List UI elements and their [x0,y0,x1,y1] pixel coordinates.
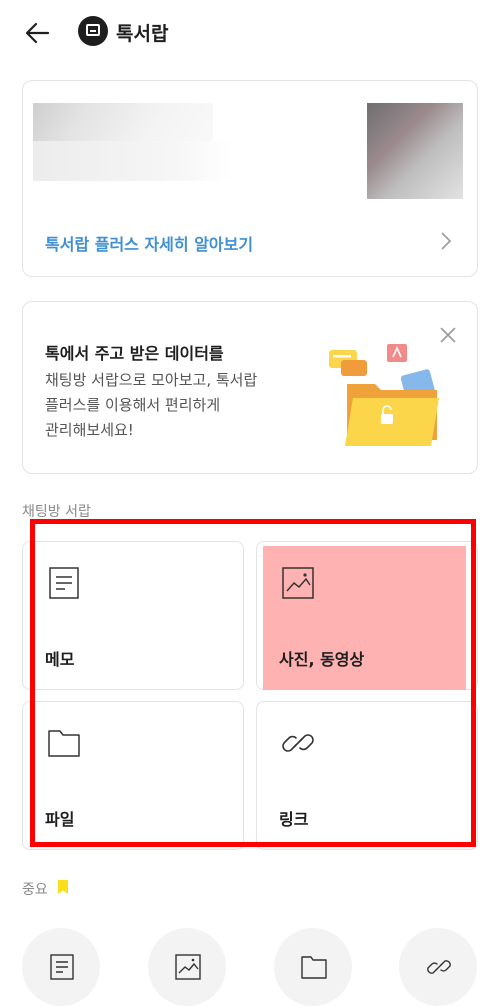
back-arrow-icon[interactable] [24,19,52,47]
link-icon [282,734,314,752]
info-desc-line: 채팅방 서랍으로 모아보고, 톡서랍 [45,371,258,389]
memo-icon [49,567,79,599]
photo-tile-label: 사진, 동영상 [279,650,365,669]
important-memo-button[interactable] [22,928,100,1006]
info-description: 채팅방 서랍으로 모아보고, 톡서랍 플러스를 이용해서 편리하게 관리해보세요… [45,368,315,443]
folder-illustration-icon [329,344,439,446]
app-header: 톡서랍 [0,0,500,64]
info-title: 톡에서 주고 받은 데이터를 [45,344,224,363]
info-banner-card: 톡에서 주고 받은 데이터를 채팅방 서랍으로 모아보고, 톡서랍 플러스를 이… [22,301,478,474]
memo-icon [50,954,74,980]
memo-tile-label: 메모 [45,650,75,669]
chevron-right-icon [441,232,452,250]
folder-icon [301,956,327,979]
important-link-button[interactable] [399,928,477,1006]
folder-icon [48,730,80,757]
plus-promo-card[interactable]: 톡서랍 플러스 자세히 알아보기 [22,80,478,277]
photo-video-tile[interactable]: 사진, 동영상 [256,541,478,690]
link-tile-label: 링크 [279,810,309,829]
blurred-profile-text [33,141,233,181]
important-file-button[interactable] [274,928,352,1006]
important-photo-button[interactable] [148,928,226,1006]
bookmark-flag-icon [58,880,68,894]
photo-icon [282,567,314,599]
important-section-label: 중요 [22,882,48,898]
memo-tile[interactable]: 메모 [22,541,244,690]
photo-icon [175,954,201,980]
blurred-avatar-image [367,103,463,199]
drawer-section-label: 채팅방 서랍 [22,504,91,520]
file-tile-label: 파일 [45,810,75,829]
info-desc-line: 관리해보세요! [45,421,134,439]
plus-details-link[interactable]: 톡서랍 플러스 자세히 알아보기 [45,231,253,255]
file-tile[interactable]: 파일 [22,701,244,850]
info-desc-line: 플러스를 이용해서 편리하게 [45,396,221,414]
page-title: 톡서랍 [116,23,169,45]
link-tile[interactable]: 링크 [256,701,478,850]
talk-drawer-logo-icon [78,16,108,46]
link-icon [427,960,451,974]
